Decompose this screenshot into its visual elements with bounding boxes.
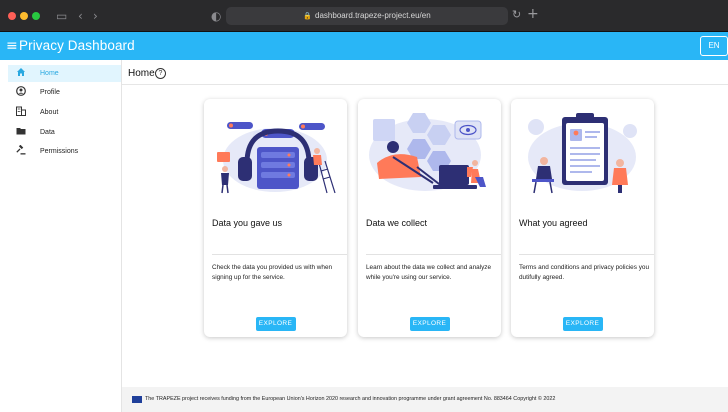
card-title: Data you gave us [212,218,283,228]
card-divider [519,254,654,255]
home-icon [14,67,28,80]
reload-icon[interactable]: ↻ [512,8,521,21]
help-icon[interactable]: ? [155,68,166,79]
zoom-window-button[interactable] [32,12,40,20]
sidebar-item-label: About [40,109,59,116]
eu-flag-icon [132,396,142,403]
folder-icon [14,126,28,139]
back-icon[interactable]: ‹ [78,8,83,24]
url-text: dashboard.trapeze-project.eu/en [315,11,431,20]
agreement-illustration [528,113,637,194]
footer-text: The TRAPEZE project receives funding fro… [145,396,556,402]
card-title: Data we collect [366,218,428,228]
data-collection-illustration [369,113,486,191]
app-title: Privacy Dashboard [19,38,135,53]
card-divider [366,254,501,255]
browser-toolbar: ▭ ‹ › ◐ 🔒 dashboard.trapeze-project.eu/en… [0,0,728,32]
sidebar-item-profile[interactable]: Profile [8,84,121,101]
page-header: Home ? [122,60,728,85]
card-data-you-gave-us: Data you gave us Check the data you prov… [204,99,347,337]
headset-illustration [217,122,336,194]
card-description: Check the data you provided us with when… [212,264,333,281]
sidebar: Home Profile About Data Permissions [0,60,122,412]
card-divider [212,254,347,255]
sidebar-item-permissions[interactable]: Permissions [8,143,121,160]
page-title: Home [128,68,155,79]
app-bar: ≡ Privacy Dashboard EN [0,32,728,60]
lock-icon: 🔒 [303,13,313,20]
sidebar-item-label: Data [40,129,55,136]
business-icon [14,106,28,119]
explore-button[interactable]: EXPLORE [255,317,296,331]
minimize-window-button[interactable] [20,12,28,20]
sidebar-item-about[interactable]: About [8,104,121,121]
main-content: Home ? Data you gave us Check the data y… [122,60,728,412]
card-title: What you agreed [519,218,588,228]
browser-window: ▭ ‹ › ◐ 🔒 dashboard.trapeze-project.eu/en… [0,0,728,412]
address-bar[interactable]: 🔒 dashboard.trapeze-project.eu/en [226,7,508,25]
sidebar-item-label: Profile [40,89,60,96]
sidebar-toggle-icon[interactable]: ▭ [56,8,67,24]
card-what-you-agreed: What you agreed Terms and conditions and… [511,99,654,337]
card-description: Terms and conditions and privacy policie… [519,264,650,281]
explore-button[interactable]: EXPLORE [409,317,450,331]
language-button[interactable]: EN [700,36,728,56]
menu-icon[interactable]: ≡ [6,37,18,55]
sidebar-item-label: Permissions [40,148,79,155]
close-window-button[interactable] [8,12,16,20]
privacy-shield-icon[interactable]: ◐ [211,8,221,24]
sidebar-item-home[interactable]: Home [8,65,121,82]
explore-button[interactable]: EXPLORE [562,317,603,331]
page-footer: The TRAPEZE project receives funding fro… [122,387,728,412]
sidebar-item-label: Home [40,70,59,77]
card-data-we-collect: Data we collect Learn about the data we … [358,99,501,337]
sidebar-item-data[interactable]: Data [8,124,121,141]
gavel-icon [14,144,28,158]
account-circle-icon [14,86,28,99]
forward-icon[interactable]: › [93,8,98,24]
new-tab-icon[interactable]: + [527,6,539,22]
card-description: Learn about the data we collect and anal… [366,264,492,281]
